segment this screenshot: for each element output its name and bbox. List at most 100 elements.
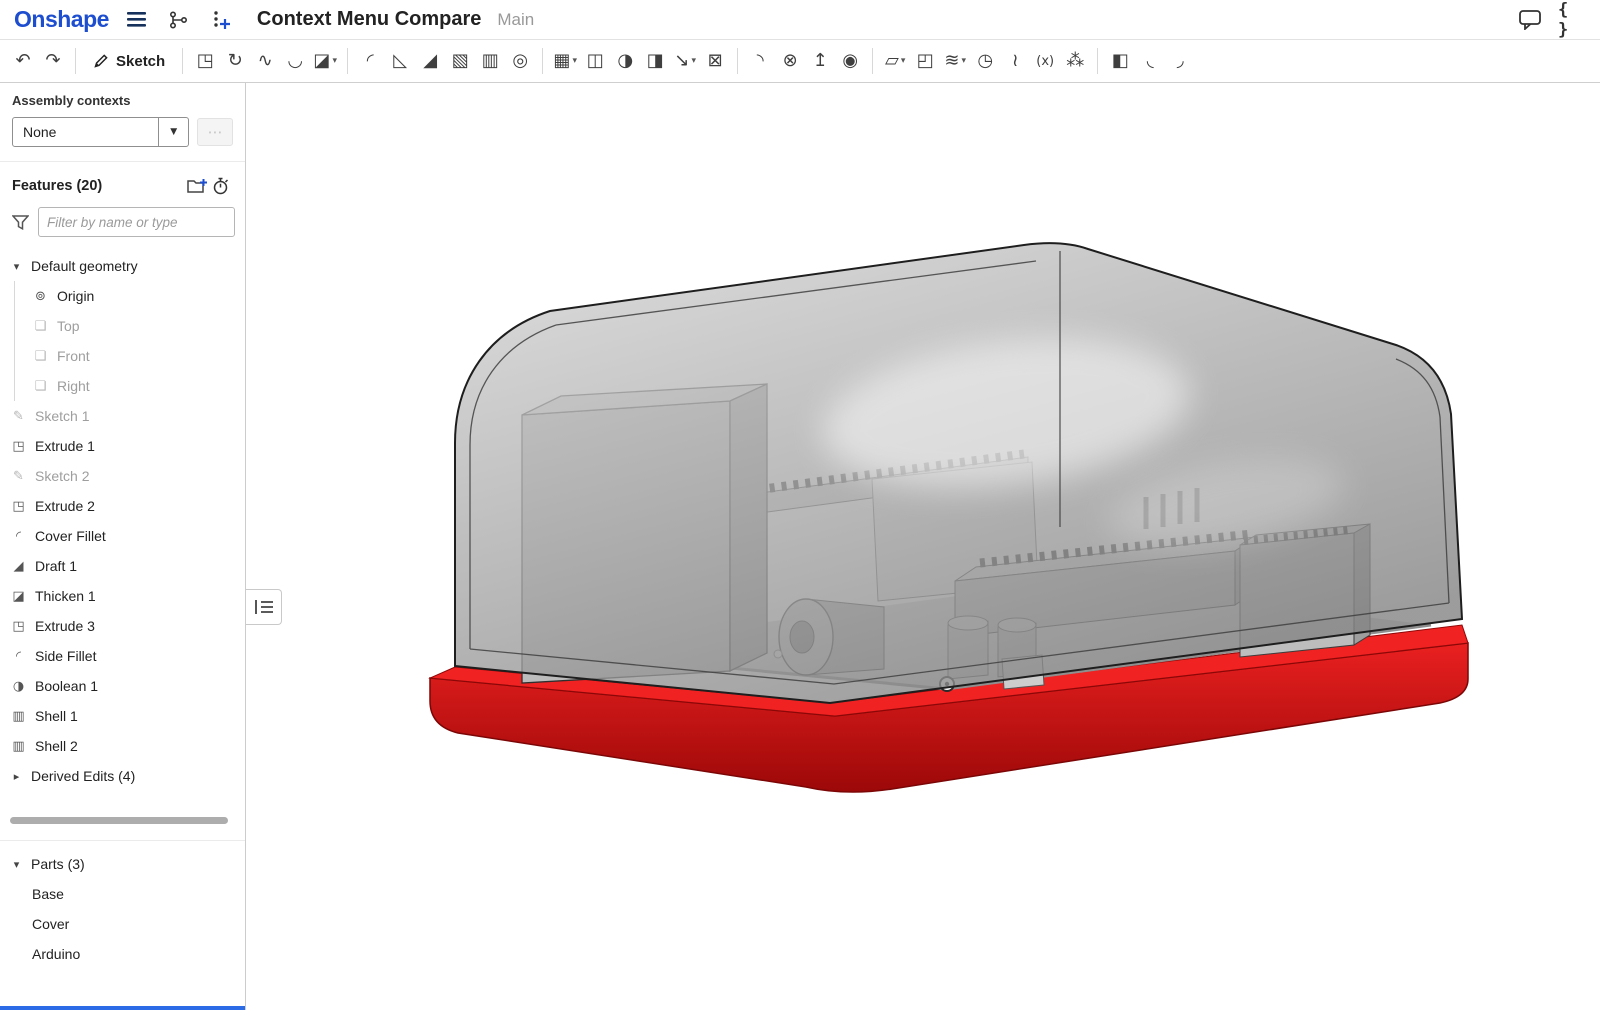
onshape-logo[interactable]: Onshape	[14, 6, 109, 33]
parts-group-header[interactable]: ▾ Parts (3)	[0, 849, 245, 879]
modify-fillet-button[interactable]: ◝	[745, 45, 775, 77]
chevron-down-icon[interactable]: ▾	[572, 56, 577, 66]
feature-item-draft-1[interactable]: ◢Draft 1	[0, 551, 245, 581]
model-part-cover[interactable]	[455, 243, 1462, 703]
feature-item-side-fillet[interactable]: ◜Side Fillet	[0, 641, 245, 671]
hamburger-menu-icon[interactable]	[123, 6, 151, 34]
feature-item-extrude-3[interactable]: ◳Extrude 3	[0, 611, 245, 641]
chevron-down-icon[interactable]: ▾	[10, 260, 23, 273]
transform-icon: ↘	[674, 52, 689, 70]
sheet-metal-model-button[interactable]: ◧	[1105, 45, 1135, 77]
transform-button[interactable]: ↘▾	[670, 45, 700, 77]
undo-button[interactable]: ↶	[8, 45, 38, 77]
feature-item-origin[interactable]: ⊚Origin	[0, 281, 245, 311]
features-header: Features (20)	[0, 162, 245, 205]
loft-button[interactable]: ◡	[280, 45, 310, 77]
feature-list-toggle-button[interactable]	[246, 589, 282, 625]
feature-item-sketch-2[interactable]: ✎Sketch 2	[0, 461, 245, 491]
toolbar-groups: ◳↻∿◡◪▾◜◺◢▧▥◎▦▾◫◑◨↘▾⊠◝⊗↥◉▱▾◰≋▾◷≀(x)⁂◧◟◞	[175, 45, 1195, 77]
sweep-button[interactable]: ∿	[250, 45, 280, 77]
workspace-name[interactable]: Main	[497, 10, 534, 30]
rib-button[interactable]: ▧	[445, 45, 475, 77]
feature-item-top[interactable]: ❏Top	[0, 311, 245, 341]
feature-item-right[interactable]: ❏Right	[0, 371, 245, 401]
sheet-metal-tab-icon: ◞	[1177, 52, 1184, 70]
redo-button[interactable]: ↷	[38, 45, 68, 77]
chevron-down-icon[interactable]: ▾	[901, 56, 906, 66]
document-title[interactable]: Context Menu Compare	[257, 8, 481, 31]
split-button[interactable]: ◨	[640, 45, 670, 77]
assembly-context-more-button[interactable]: ⋯	[197, 118, 233, 146]
mirror-button[interactable]: ◫	[580, 45, 610, 77]
feature-list-panel: Assembly contexts None ▼ ⋯ Features (20)	[0, 83, 246, 1010]
extrude-button[interactable]: ◳	[190, 45, 220, 77]
follow-mode-icon[interactable]	[207, 6, 235, 34]
delete-face-button[interactable]: ⊗	[775, 45, 805, 77]
viewport[interactable]	[246, 83, 1600, 1010]
chevron-down-icon[interactable]: ▾	[691, 56, 696, 66]
feature-item-sketch-1[interactable]: ✎Sketch 1	[0, 401, 245, 431]
variable-button[interactable]: (x)	[1030, 45, 1060, 77]
feature-group-default-geometry[interactable]: ▾Default geometry	[0, 251, 245, 281]
scrollbar-thumb[interactable]	[10, 817, 228, 824]
feature-item-thicken-1[interactable]: ◪Thicken 1	[0, 581, 245, 611]
graphics-area[interactable]	[246, 83, 1600, 1010]
boolean-icon: ◑	[10, 679, 27, 694]
revolve-button[interactable]: ↻	[220, 45, 250, 77]
sketch-button[interactable]: Sketch	[83, 45, 175, 77]
linear-pattern-button[interactable]: ▦▾	[550, 45, 580, 77]
insert-folder-icon[interactable]	[185, 175, 209, 197]
feature-label: Derived Edits (4)	[31, 768, 135, 784]
feature-item-shell-2[interactable]: ▥Shell 2	[0, 731, 245, 761]
thicken-icon: ◪	[10, 589, 27, 604]
chevron-down-icon[interactable]: ▾	[10, 858, 23, 871]
rib-icon: ▧	[452, 52, 469, 70]
feature-label: Front	[57, 348, 90, 364]
part-item-cover[interactable]: Cover	[0, 909, 245, 939]
partition-button[interactable]: ◰	[910, 45, 940, 77]
feature-item-extrude-2[interactable]: ◳Extrude 2	[0, 491, 245, 521]
draft-button[interactable]: ◢	[415, 45, 445, 77]
delete-part-button[interactable]: ⊠	[700, 45, 730, 77]
thicken-button[interactable]: ◪▾	[310, 45, 340, 77]
sheet-metal-tab-button[interactable]: ◞	[1165, 45, 1195, 77]
part-item-arduino[interactable]: Arduino	[0, 939, 245, 969]
feature-item-extrude-1[interactable]: ◳Extrude 1	[0, 431, 245, 461]
shell-icon: ▥	[10, 739, 27, 754]
hole-button[interactable]: ◎	[505, 45, 535, 77]
chamfer-button[interactable]: ◺	[385, 45, 415, 77]
feature-item-shell-1[interactable]: ▥Shell 1	[0, 701, 245, 731]
feature-label: Shell 1	[35, 708, 78, 724]
sheet-metal-flange-button[interactable]: ◟	[1135, 45, 1165, 77]
fit-spline-icon: ≀	[1012, 52, 1019, 70]
move-face-icon: ↥	[813, 52, 828, 70]
rollback-history-icon[interactable]	[209, 175, 233, 197]
mate-connector-button[interactable]: ⁂	[1060, 45, 1090, 77]
helix-button[interactable]: ◷	[970, 45, 1000, 77]
plane-button[interactable]: ▱▾	[880, 45, 910, 77]
shell-button[interactable]: ▥	[475, 45, 505, 77]
main-area: Assembly contexts None ▼ ⋯ Features (20)	[0, 83, 1600, 1010]
boolean-button[interactable]: ◑	[610, 45, 640, 77]
fit-spline-button[interactable]: ≀	[1000, 45, 1030, 77]
feature-filter-input[interactable]	[38, 207, 235, 237]
chevron-right-icon[interactable]: ▸	[10, 770, 23, 783]
composite-curve-button[interactable]: ≋▾	[940, 45, 970, 77]
part-item-base[interactable]: Base	[0, 879, 245, 909]
feature-item-cover-fillet[interactable]: ◜Cover Fillet	[0, 521, 245, 551]
chevron-down-icon[interactable]: ▾	[332, 56, 337, 66]
feature-label: Sketch 1	[35, 408, 89, 424]
comments-icon[interactable]	[1516, 6, 1544, 34]
chevron-down-icon[interactable]: ▾	[961, 56, 966, 66]
versions-tree-icon[interactable]	[165, 6, 193, 34]
featurescript-icon[interactable]: { }	[1558, 6, 1586, 34]
feature-list-icon	[254, 599, 274, 615]
move-face-button[interactable]: ↥	[805, 45, 835, 77]
fillet-button[interactable]: ◜	[355, 45, 385, 77]
replace-face-button[interactable]: ◉	[835, 45, 865, 77]
feature-group-derived-edits-4[interactable]: ▸ Derived Edits (4)	[0, 761, 245, 791]
assembly-context-select[interactable]: None ▼	[12, 117, 189, 147]
sketch-icon: ✎	[10, 469, 27, 484]
feature-item-front[interactable]: ❏Front	[0, 341, 245, 371]
feature-item-boolean-1[interactable]: ◑Boolean 1	[0, 671, 245, 701]
